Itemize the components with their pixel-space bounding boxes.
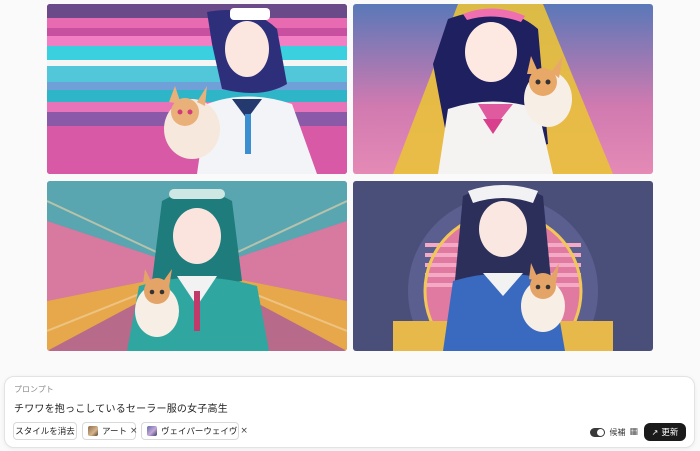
toggle-switch-icon[interactable] [590, 427, 606, 437]
generated-image-2[interactable] [353, 4, 653, 174]
image-art-3 [47, 181, 347, 351]
prompt-actions: 候補 ▦ ↗ 更新 [590, 423, 686, 441]
app-page: プロンプト チワワを抱っこしているセーラー服の女子高生 スタイルを消去 アート … [0, 0, 700, 451]
update-button[interactable]: ↗ 更新 [644, 423, 686, 441]
style-chip-vaporwave[interactable]: ヴェイパーウェイヴ × [141, 422, 248, 440]
style-chip-art[interactable]: アート × [82, 422, 138, 440]
remove-vaporwave-chip-icon[interactable]: × [237, 426, 248, 436]
generated-image-1[interactable] [47, 4, 347, 174]
clear-style-button[interactable]: スタイルを消去 [13, 422, 77, 440]
clear-style-label: スタイルを消去 [15, 427, 75, 437]
prompt-label: プロンプト [14, 385, 54, 394]
remove-art-chip-icon[interactable]: × [127, 426, 138, 436]
art-style-thumbnail-icon [88, 426, 98, 436]
style-chip-art-label: アート [102, 427, 127, 437]
image-grid-icon[interactable]: ▦ [629, 427, 638, 437]
prompt-panel: プロンプト チワワを抱っこしているセーラー服の女子高生 スタイルを消去 アート … [4, 376, 695, 448]
image-art-4 [353, 181, 653, 351]
generated-image-4[interactable] [353, 181, 653, 351]
generated-image-3[interactable] [47, 181, 347, 351]
candidates-label: 候補 [609, 427, 626, 437]
open-external-icon: ↗ [651, 427, 659, 437]
style-chip-vaporwave-label: ヴェイパーウェイヴ [161, 427, 238, 437]
prompt-input[interactable]: チワワを抱っこしているセーラー服の女子高生 [14, 400, 228, 415]
update-button-label: 更新 [661, 428, 679, 438]
vaporwave-style-thumbnail-icon [147, 426, 157, 436]
image-art-2 [353, 4, 653, 174]
image-art-1 [47, 4, 347, 174]
image-grid [47, 4, 653, 351]
